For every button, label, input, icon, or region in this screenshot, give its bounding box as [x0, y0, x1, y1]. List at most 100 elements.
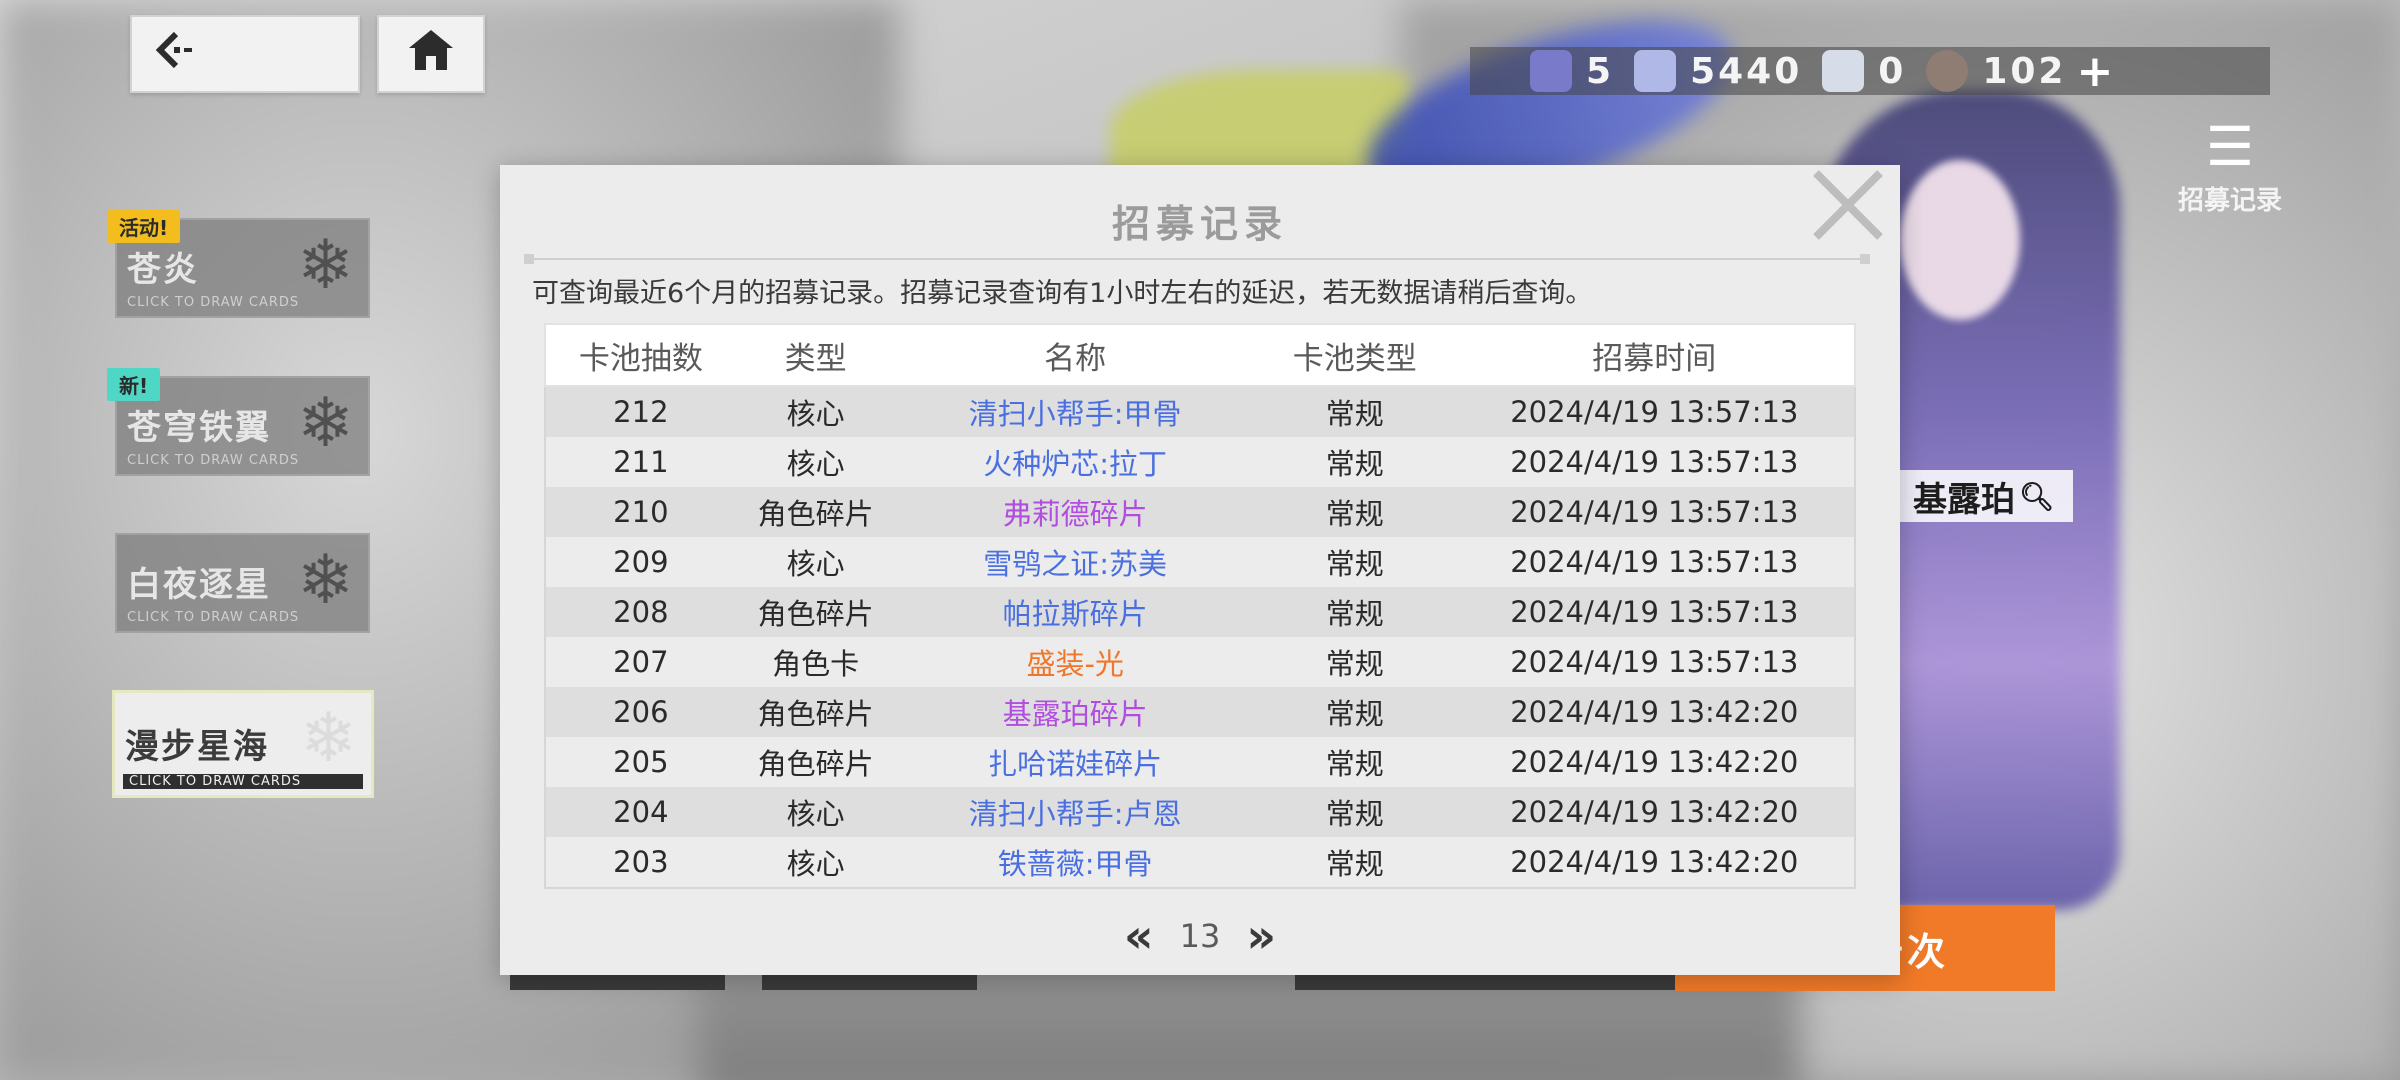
cell-name: 基露珀碎片 — [1002, 697, 1148, 731]
table-header: 卡池抽数 类型 名称 卡池类型 招募时间 — [544, 323, 1856, 387]
snowflake-emblem-icon: ❄ — [297, 384, 354, 463]
cell-count: 211 — [613, 445, 669, 479]
close-icon — [1810, 162, 1886, 258]
cell-type: 核心 — [786, 847, 845, 881]
table-row: 203 核心 铁蔷薇:甲骨 常规 2024/4/19 13:42:20 — [546, 837, 1854, 887]
record-list-icon: ☰ — [2205, 115, 2255, 178]
cell-time: 2024/4/19 13:42:20 — [1510, 795, 1799, 829]
character-name-tag[interactable]: 基露珀 🔍︎ — [1895, 470, 2073, 522]
banner-name: 漫步星海 — [125, 727, 269, 767]
cell-name: 帕拉斯碎片 — [1002, 597, 1148, 631]
recruit-record-dialog: 招募记录 可查询最近6个月的招募记录。招募记录查询有1小时左右的延迟，若无数据请… — [500, 165, 1900, 975]
ticket-icon — [1822, 50, 1865, 92]
character-name: 基露珀 — [1913, 479, 2015, 520]
event-badge: 活动! — [107, 210, 181, 243]
cell-time: 2024/4/19 13:42:20 — [1510, 745, 1799, 779]
cell-pool: 常规 — [1325, 597, 1384, 631]
cell-name: 弗莉德碎片 — [1002, 497, 1148, 531]
close-button[interactable] — [1808, 170, 1888, 250]
cell-type: 核心 — [786, 447, 845, 481]
add-stamina-icon[interactable]: + — [2076, 46, 2113, 97]
cell-type: 角色碎片 — [757, 747, 874, 781]
table-row: 209 核心 雪鸮之证:苏美 常规 2024/4/19 13:57:13 — [546, 537, 1854, 587]
cell-name: 盛装-光 — [1026, 647, 1124, 681]
cell-count: 209 — [613, 545, 669, 579]
record-table: 卡池抽数 类型 名称 卡池类型 招募时间 212 核心 清扫小帮手:甲骨 常规 … — [544, 323, 1856, 889]
cell-pool: 常规 — [1325, 647, 1384, 681]
cell-type: 角色碎片 — [757, 497, 874, 531]
currency-bar: 5 5440 0 102 + — [1470, 46, 2270, 97]
pagination: « 13 » — [500, 913, 1900, 959]
banner-item-4-selected[interactable]: 漫步星海 ❄ CLICK TO DRAW CARDS — [112, 690, 374, 798]
cell-pool: 常规 — [1325, 397, 1384, 431]
cell-count: 207 — [613, 645, 669, 679]
cell-pool: 常规 — [1325, 697, 1384, 731]
banner-item-1[interactable]: 活动! 苍炎 ❄ CLICK TO DRAW CARDS — [107, 210, 370, 318]
currency-crystal-value: 5440 — [1690, 50, 1803, 92]
currency-stamina: 102 + — [1926, 46, 2113, 97]
cell-count: 204 — [613, 795, 669, 829]
table-row: 211 核心 火种炉芯:拉丁 常规 2024/4/19 13:57:13 — [546, 437, 1854, 487]
cell-time: 2024/4/19 13:57:13 — [1510, 395, 1799, 429]
search-icon: 🔍︎ — [2019, 479, 2055, 513]
banner-item-3[interactable]: 白夜逐星 ❄ CLICK TO DRAW CARDS — [115, 533, 370, 633]
record-shortcut-label: 招募记录 — [2177, 186, 2282, 216]
cell-pool: 常规 — [1325, 797, 1384, 831]
cell-pool: 常规 — [1325, 547, 1384, 581]
banner-subtitle: CLICK TO DRAW CARDS — [127, 453, 300, 468]
currency-ticket-value: 0 — [1878, 50, 1907, 92]
home-button[interactable] — [377, 15, 485, 93]
crystal-icon — [1634, 50, 1677, 92]
cell-time: 2024/4/19 13:57:13 — [1510, 445, 1799, 479]
cell-count: 212 — [613, 395, 669, 429]
back-button[interactable] — [130, 15, 360, 93]
cell-type: 核心 — [786, 797, 845, 831]
cell-time: 2024/4/19 13:42:20 — [1510, 695, 1799, 729]
column-header-time: 招募时间 — [1592, 340, 1717, 377]
record-shortcut-button[interactable]: ☰ 招募记录 — [2160, 120, 2300, 230]
cell-pool: 常规 — [1325, 497, 1384, 531]
character-face — [1900, 160, 2020, 320]
cell-time: 2024/4/19 13:57:13 — [1510, 645, 1799, 679]
table-row: 208 角色碎片 帕拉斯碎片 常规 2024/4/19 13:57:13 — [546, 587, 1854, 637]
new-badge: 新! — [107, 368, 161, 401]
currency-gem: 5 — [1530, 50, 1614, 92]
cell-type: 核心 — [786, 397, 845, 431]
snowflake-emblem-icon: ❄ — [300, 699, 357, 778]
banner-subtitle: CLICK TO DRAW CARDS — [127, 295, 300, 310]
cell-pool: 常规 — [1325, 447, 1384, 481]
gem-icon — [1530, 50, 1572, 92]
table-row: 204 核心 清扫小帮手:卢恩 常规 2024/4/19 13:42:20 — [546, 787, 1854, 837]
cell-time: 2024/4/19 13:57:13 — [1510, 595, 1799, 629]
currency-stamina-value: 102 — [1982, 50, 2067, 92]
table-body: 212 核心 清扫小帮手:甲骨 常规 2024/4/19 13:57:13 21… — [544, 387, 1856, 889]
banner-name: 苍炎 — [127, 250, 199, 290]
cell-count: 210 — [613, 495, 669, 529]
snowflake-emblem-icon: ❄ — [297, 226, 354, 305]
prev-page-icon[interactable]: « — [1124, 913, 1154, 959]
stamina-icon — [1926, 50, 1969, 92]
cell-count: 203 — [613, 845, 669, 879]
home-icon — [407, 28, 455, 80]
next-page-icon[interactable]: » — [1246, 913, 1276, 959]
table-row: 210 角色碎片 弗莉德碎片 常规 2024/4/19 13:57:13 — [546, 487, 1854, 537]
column-header-count: 卡池抽数 — [578, 340, 703, 377]
column-header-type: 类型 — [784, 340, 847, 377]
title-divider — [524, 254, 1870, 264]
cell-name: 雪鸮之证:苏美 — [983, 547, 1168, 581]
cell-time: 2024/4/19 13:42:20 — [1510, 845, 1799, 879]
page-number: 13 — [1179, 917, 1221, 955]
cell-count: 208 — [613, 595, 669, 629]
cell-count: 205 — [613, 745, 669, 779]
cell-type: 角色碎片 — [757, 697, 874, 731]
banner-item-2[interactable]: 新! 苍穹铁翼 ❄ CLICK TO DRAW CARDS — [107, 368, 370, 476]
cell-count: 206 — [613, 695, 669, 729]
cell-type: 角色碎片 — [757, 597, 874, 631]
table-row: 206 角色碎片 基露珀碎片 常规 2024/4/19 13:42:20 — [546, 687, 1854, 737]
table-row: 205 角色碎片 扎哈诺娃碎片 常规 2024/4/19 13:42:20 — [546, 737, 1854, 787]
cell-pool: 常规 — [1325, 747, 1384, 781]
table-row: 212 核心 清扫小帮手:甲骨 常规 2024/4/19 13:57:13 — [546, 387, 1854, 437]
currency-crystal: 5440 — [1634, 50, 1802, 92]
currency-ticket: 0 — [1822, 50, 1906, 92]
cell-time: 2024/4/19 13:57:13 — [1510, 545, 1799, 579]
